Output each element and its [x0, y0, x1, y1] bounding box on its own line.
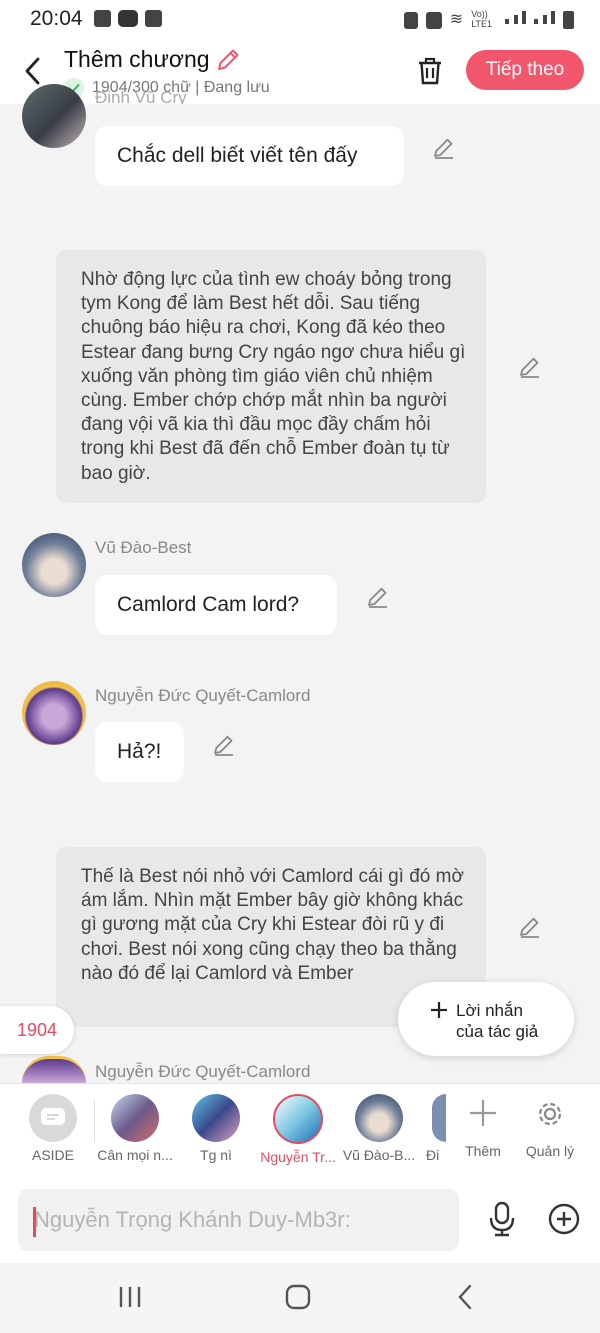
character-label: Tg nì: [200, 1147, 232, 1163]
status-bar: 20:04 ≋ Vo)) LTE1: [0, 0, 600, 38]
lte-label: Vo)) LTE1: [471, 9, 493, 29]
character-item[interactable]: Tg nì: [171, 1094, 261, 1163]
add-circle-icon[interactable]: [548, 1203, 580, 1235]
message-text: Camlord Cam lord?: [117, 593, 300, 616]
character-label: ASIDE: [31, 1147, 74, 1163]
character-item[interactable]: Vũ Đào-B...: [334, 1094, 424, 1163]
message-bubble[interactable]: Camlord Cam lord?: [95, 575, 337, 635]
avatar[interactable]: [22, 84, 86, 148]
back-arrow-icon[interactable]: [22, 56, 44, 86]
message-input[interactable]: [18, 1189, 459, 1251]
edit-icon[interactable]: [366, 585, 390, 609]
home-icon[interactable]: [285, 1284, 311, 1310]
manage-characters-button[interactable]: Quản lý: [505, 1094, 595, 1159]
character-label: Vũ Đào-B...: [342, 1147, 416, 1163]
trash-icon[interactable]: [416, 56, 444, 86]
plus-icon: [431, 1002, 447, 1018]
gallery-icon: [94, 10, 111, 27]
system-nav-bar: [0, 1263, 600, 1333]
sender-name: Đinh Vũ Cry: [95, 88, 187, 104]
avatar: [355, 1094, 403, 1142]
author-note-button[interactable]: Lời nhắn của tác giả: [398, 982, 574, 1056]
recent-apps-icon[interactable]: [118, 1285, 142, 1309]
narration-text: Nhờ động lực của tình ew choáy bỏng tron…: [81, 269, 466, 484]
signal-icon: [505, 11, 527, 29]
microphone-icon[interactable]: [487, 1201, 517, 1239]
message-bubble[interactable]: Hả?!: [95, 722, 184, 782]
character-item[interactable]: Cân mọi n...: [90, 1094, 180, 1163]
battery-icon: [563, 11, 574, 29]
signal-icon-2: [534, 11, 555, 29]
notification-icon: [145, 10, 162, 27]
text-cursor: [33, 1207, 36, 1237]
next-button[interactable]: Tiếp theo: [466, 50, 584, 90]
narration-text: Thế là Best nói nhỏ với Camlord cái gì đ…: [81, 866, 464, 984]
edit-icon[interactable]: [518, 915, 542, 939]
narration-block[interactable]: Nhờ động lực của tình ew choáy bỏng tron…: [56, 250, 486, 503]
gear-icon: [538, 1102, 562, 1126]
battery-saver-icon: [403, 12, 418, 29]
sender-name: Vũ Đào-Best: [95, 538, 192, 557]
header: Thêm chương 1904/300 chữ | Đang lưu Tiếp…: [0, 38, 600, 104]
plus-icon: [470, 1100, 496, 1126]
avatar[interactable]: [22, 681, 86, 745]
avatar[interactable]: [22, 533, 86, 597]
message-bubble[interactable]: Chắc dell biết viết tên đấy: [95, 126, 404, 186]
message-text: Hả?!: [117, 740, 162, 763]
word-count-badge[interactable]: 1904: [0, 1006, 74, 1054]
sender-name: Nguyễn Đức Quyết-Camlord: [95, 686, 311, 705]
avatar[interactable]: [22, 1056, 86, 1083]
author-note-label-2: của tác giả: [456, 1022, 539, 1041]
aside-avatar: [29, 1094, 77, 1142]
message-text: Chắc dell biết viết tên đấy: [117, 144, 358, 167]
status-time: 20:04: [30, 7, 83, 30]
youtube-icon: [118, 10, 138, 27]
mute-icon: [425, 12, 442, 29]
speech-bubble-icon: [41, 1108, 65, 1125]
edit-icon[interactable]: [432, 136, 456, 160]
system-back-icon[interactable]: [456, 1284, 474, 1310]
character-item-selected[interactable]: Nguyễn Tr...: [253, 1094, 343, 1165]
avatar: [192, 1094, 240, 1142]
character-tray: ASIDE Cân mọi n... Tg nì Nguyễn Tr... Vũ…: [0, 1083, 600, 1179]
edit-icon[interactable]: [212, 733, 236, 757]
composer: [0, 1179, 600, 1263]
manage-label: Quản lý: [525, 1143, 575, 1159]
edit-icon[interactable]: [518, 355, 542, 379]
avatar: [273, 1094, 323, 1144]
page-title: Thêm chương: [64, 46, 210, 72]
character-label: Nguyễn Tr...: [260, 1149, 336, 1165]
character-label: Cân mọi n...: [97, 1147, 173, 1163]
character-aside[interactable]: ASIDE: [8, 1094, 98, 1163]
wifi-icon: ≋: [449, 11, 464, 28]
edit-title-icon[interactable]: [215, 47, 241, 73]
sender-name: Nguyễn Đức Quyết-Camlord: [95, 1062, 311, 1081]
author-note-label-1: Lời nhắn: [456, 1001, 523, 1020]
avatar: [111, 1094, 159, 1142]
